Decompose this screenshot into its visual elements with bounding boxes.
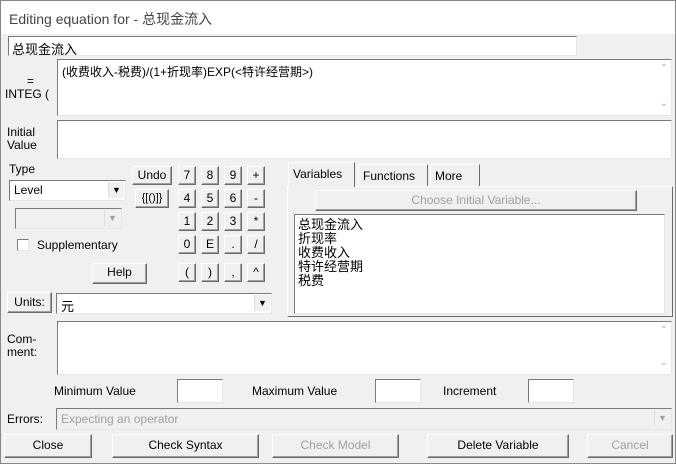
- tab-functions[interactable]: Functions: [358, 164, 428, 186]
- key-plus[interactable]: +: [247, 166, 265, 185]
- delete-variable-button[interactable]: Delete Variable: [427, 434, 569, 458]
- key-multiply[interactable]: *: [247, 212, 265, 231]
- key-divide[interactable]: /: [247, 235, 265, 254]
- key-e[interactable]: E: [201, 235, 219, 254]
- type-selected-value: Level: [14, 183, 43, 197]
- key-minus[interactable]: -: [247, 189, 265, 208]
- key-5[interactable]: 5: [201, 189, 219, 208]
- chevron-down-icon[interactable]: ▼: [108, 182, 124, 198]
- scroll-down-icon[interactable]: ⌄: [660, 357, 668, 368]
- close-button[interactable]: Close: [4, 434, 92, 458]
- chevron-down-icon[interactable]: ▼: [654, 410, 670, 426]
- undo-button[interactable]: Undo: [132, 166, 172, 185]
- initial-value-input[interactable]: [57, 120, 672, 159]
- window-title: Editing equation for - 总现金流入: [1, 1, 675, 34]
- supplementary-checkbox[interactable]: [17, 239, 29, 251]
- increment-label: Increment: [443, 384, 497, 398]
- variable-name-text: 总现金流入: [12, 42, 78, 57]
- check-model-button[interactable]: Check Model: [272, 434, 399, 458]
- list-item[interactable]: 折现率: [295, 232, 664, 246]
- subtype-select[interactable]: ▼: [15, 208, 122, 229]
- choose-initial-variable-button[interactable]: Choose Initial Variable...: [315, 190, 637, 211]
- key-1[interactable]: 1: [178, 212, 196, 231]
- key-8[interactable]: 8: [201, 166, 219, 185]
- key-close-paren[interactable]: ): [201, 263, 219, 282]
- brackets-button[interactable]: {[()]}: [135, 189, 169, 208]
- comment-input[interactable]: ⌃ ⌄: [57, 321, 672, 375]
- initial-value-label: Initial Value: [7, 126, 37, 152]
- key-3[interactable]: 3: [224, 212, 242, 231]
- maximum-value-label: Maximum Value: [252, 384, 338, 398]
- key-9[interactable]: 9: [224, 166, 242, 185]
- errors-label: Errors:: [7, 412, 43, 426]
- units-value: 元: [61, 299, 75, 314]
- units-button[interactable]: Units:: [7, 292, 52, 313]
- scroll-up-icon[interactable]: ⌃: [660, 63, 668, 74]
- chevron-down-icon[interactable]: ▼: [104, 210, 120, 226]
- comment-label-line2: ment:: [7, 345, 38, 359]
- scroll-down-icon[interactable]: ⌄: [660, 98, 668, 109]
- minimum-value-input[interactable]: [177, 379, 223, 403]
- errors-field: Expecting an operator ▼: [56, 408, 672, 430]
- check-syntax-button[interactable]: Check Syntax: [112, 434, 259, 458]
- key-2[interactable]: 2: [201, 212, 219, 231]
- key-6[interactable]: 6: [224, 189, 242, 208]
- key-comma[interactable]: ,: [224, 263, 242, 282]
- key-7[interactable]: 7: [178, 166, 196, 185]
- list-item[interactable]: 特许经营期: [295, 260, 664, 274]
- key-4[interactable]: 4: [178, 189, 196, 208]
- list-item[interactable]: 收费收入: [295, 246, 664, 260]
- chevron-down-icon[interactable]: ▼: [254, 295, 270, 311]
- tab-more[interactable]: More: [430, 164, 480, 186]
- key-open-paren[interactable]: (: [178, 263, 196, 282]
- equation-input[interactable]: (收费收入-税费)/(1+折现率)EXP(<特许经营期>) ⌃ ⌄: [57, 59, 672, 116]
- tab-variables[interactable]: Variables: [288, 162, 355, 187]
- key-decimal[interactable]: .: [224, 235, 242, 254]
- units-select[interactable]: 元 ▼: [56, 293, 272, 314]
- equation-label-integ: INTEG (: [5, 87, 49, 101]
- minimum-value-label: Minimum Value: [54, 384, 136, 398]
- increment-input[interactable]: [528, 379, 574, 403]
- equation-label: = INTEG (: [5, 75, 57, 101]
- key-power[interactable]: ^: [247, 263, 265, 282]
- initial-label-line2: Value: [7, 138, 37, 152]
- equation-text: (收费收入-税费)/(1+折现率)EXP(<特许经营期>): [62, 65, 314, 79]
- cancel-button[interactable]: Cancel: [587, 434, 673, 458]
- variables-list[interactable]: 总现金流入 折现率 收费收入 特许经营期 税费: [294, 214, 665, 314]
- keypad: 7 8 9 + 4 5 6 - 1 2 3 * 0 E . / ( ) , ^: [178, 166, 278, 284]
- maximum-value-input[interactable]: [375, 379, 421, 403]
- comment-label: Com- ment:: [7, 333, 37, 359]
- variable-name-field[interactable]: 总现金流入: [8, 36, 577, 57]
- equation-editor-window: Editing equation for - 总现金流入 总现金流入 = INT…: [0, 0, 676, 464]
- list-item[interactable]: 总现金流入: [295, 218, 664, 232]
- key-0[interactable]: 0: [178, 235, 196, 254]
- help-button[interactable]: Help: [92, 263, 147, 284]
- type-select[interactable]: Level ▼: [9, 180, 126, 201]
- errors-message: Expecting an operator: [61, 412, 179, 426]
- list-item[interactable]: 税费: [295, 274, 664, 288]
- type-label: Type: [9, 162, 36, 176]
- scroll-up-icon[interactable]: ⌃: [660, 325, 668, 336]
- supplementary-label: Supplementary: [37, 238, 118, 252]
